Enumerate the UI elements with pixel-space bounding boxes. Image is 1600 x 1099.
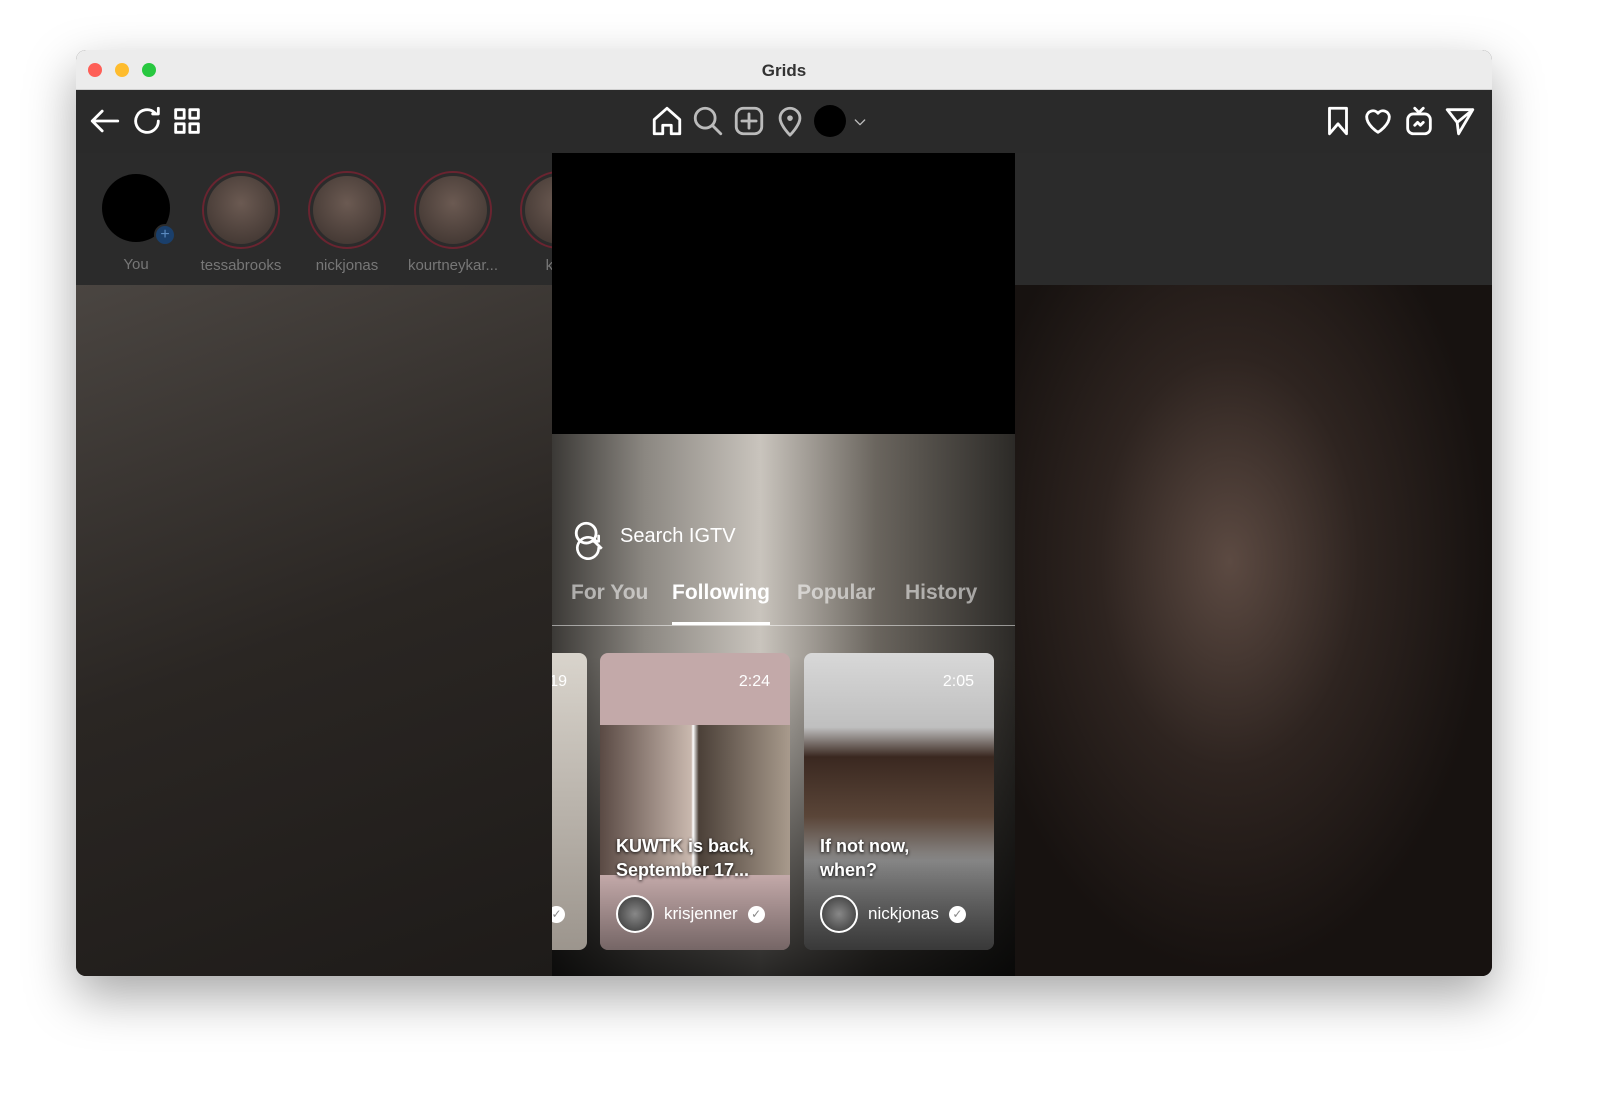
window-title: Grids [761, 61, 807, 80]
video-title: If not now, when? [820, 836, 910, 880]
home-icon[interactable] [650, 104, 684, 138]
video-username[interactable]: krisjenner [664, 904, 738, 924]
add-story-icon[interactable]: + [154, 224, 176, 246]
verified-badge-icon: ✓ [552, 906, 565, 923]
grid-icon[interactable] [170, 104, 204, 138]
location-pin-icon[interactable] [773, 104, 807, 138]
video-title: KUWTK is back, September 17... [616, 836, 755, 880]
verified-badge-icon: ✓ [747, 905, 765, 923]
video-duration: 2:24 [738, 673, 770, 690]
video-duration: 2:05 [942, 673, 974, 690]
search-icon[interactable] [691, 104, 725, 138]
profile-avatar[interactable] [814, 105, 846, 137]
title-bar: Grids [76, 50, 1492, 90]
add-post-icon[interactable] [732, 104, 766, 138]
avatar [820, 895, 858, 933]
story-item[interactable]: kourtneykar... [398, 171, 508, 274]
video-username[interactable]: nickjonas [868, 904, 939, 924]
story-name: You [123, 256, 149, 273]
story-item[interactable]: nickjonas [292, 171, 402, 274]
video-duration: 19 [552, 673, 567, 690]
refresh-icon[interactable] [130, 104, 164, 138]
story-item[interactable]: tessabrooks [186, 171, 296, 274]
verified-badge-icon: ✓ [948, 905, 966, 923]
avatar [616, 895, 654, 933]
feed-post-image-left [76, 285, 552, 976]
app-window: Grids + You tessabrooks nickjonas kourtn… [76, 50, 1492, 976]
igtv-icon[interactable] [1402, 104, 1436, 138]
tab-for-you[interactable]: For You [571, 581, 648, 605]
tab-history[interactable]: History [905, 581, 977, 605]
igtv-card[interactable]: 2:05 If not now, when? nickjonas ✓ [804, 653, 994, 950]
bookmark-icon[interactable] [1321, 104, 1355, 138]
toolbar [76, 90, 1492, 153]
search-icon [572, 519, 606, 553]
igtv-panel: Search IGTV For You Following Popular Hi… [552, 153, 1015, 976]
story-name: kourtneykar... [407, 257, 499, 274]
story-you[interactable]: + You [81, 171, 191, 273]
feed-post-image-right [1015, 285, 1492, 976]
heart-icon[interactable] [1361, 104, 1395, 138]
igtv-card[interactable]: 2:24 KUWTK is back, September 17... kris… [600, 653, 790, 950]
tab-popular[interactable]: Popular [797, 581, 875, 605]
igtv-search-input[interactable]: Search IGTV [620, 525, 736, 548]
chevron-down-icon[interactable] [852, 114, 868, 130]
tab-following[interactable]: Following [672, 581, 770, 625]
back-arrow-icon[interactable] [88, 104, 122, 138]
igtv-card[interactable]: 19 ✓ [552, 653, 587, 950]
igtv-tabs: For You Following Popular History [552, 578, 1015, 626]
story-name: nickjonas [315, 257, 379, 274]
send-icon[interactable] [1443, 104, 1477, 138]
story-name: tessabrooks [200, 257, 282, 274]
